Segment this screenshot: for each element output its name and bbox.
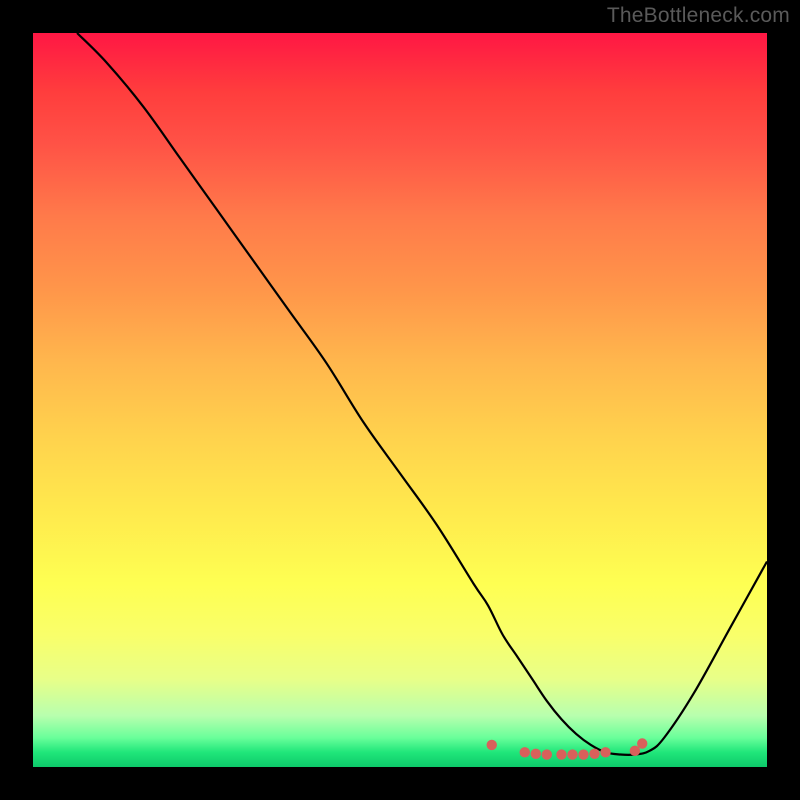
highlight-marker [520,747,530,757]
bottleneck-curve-path [77,33,767,755]
highlight-marker [556,749,566,759]
highlight-marker [589,749,599,759]
highlight-marker [630,746,640,756]
highlight-marker [637,738,647,748]
chart-plot-area [33,33,767,767]
bottleneck-curve-svg [33,33,767,767]
highlight-marker [531,749,541,759]
highlight-markers [487,738,648,759]
highlight-marker [542,749,552,759]
highlight-marker [567,749,577,759]
highlight-marker [578,749,588,759]
watermark-text: TheBottleneck.com [607,4,790,28]
highlight-marker [600,747,610,757]
highlight-marker [487,740,497,750]
